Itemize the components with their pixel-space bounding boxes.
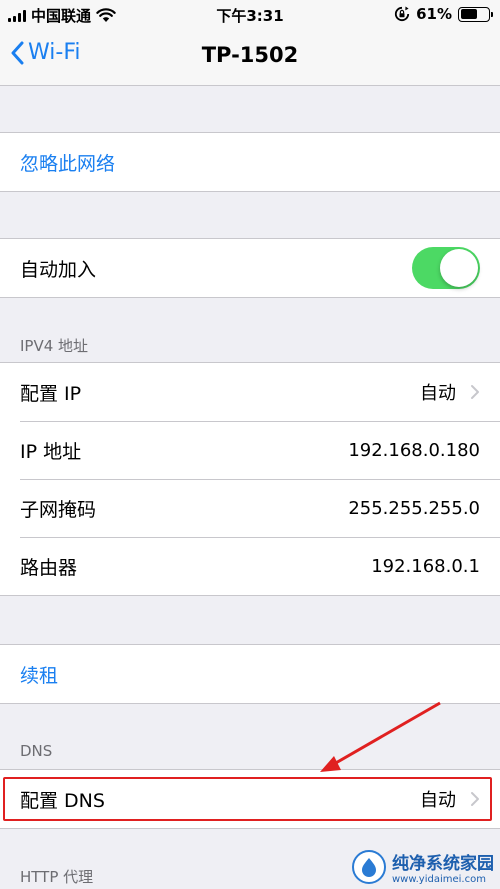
- dns-group: 配置 DNS 自动: [0, 769, 500, 829]
- forget-network-group: 忽略此网络: [0, 132, 500, 192]
- forget-network-button[interactable]: 忽略此网络: [0, 133, 500, 191]
- router-value: 192.168.0.1: [371, 555, 480, 577]
- chevron-right-icon: [471, 385, 479, 399]
- renew-lease-label: 续租: [20, 664, 59, 687]
- chevron-right-icon: [471, 792, 479, 806]
- toggle-knob: [440, 249, 478, 287]
- auto-join-label: 自动加入: [20, 258, 97, 281]
- page-title: TP-1502: [201, 43, 299, 67]
- ip-address-label: IP 地址: [20, 440, 82, 463]
- rotation-lock-icon: [395, 6, 410, 22]
- http-proxy-section-header: HTTP 代理: [20, 868, 94, 886]
- configure-dns-label: 配置 DNS: [20, 789, 105, 812]
- battery-icon: [458, 6, 493, 22]
- forget-network-label: 忽略此网络: [20, 152, 116, 175]
- subnet-mask-label: 子网掩码: [20, 498, 97, 521]
- watermark-logo-icon: [352, 850, 386, 884]
- status-right: 61%: [394, 5, 493, 23]
- ip-address-row: IP 地址 192.168.0.180: [0, 421, 500, 479]
- subnet-mask-value: 255.255.255.0: [348, 497, 480, 519]
- navigation-bar: Wi-Fi TP-1502: [0, 30, 500, 86]
- router-row: 路由器 192.168.0.1: [0, 537, 500, 595]
- battery-percent: 61%: [416, 5, 452, 23]
- dns-section-header: DNS: [20, 742, 53, 760]
- configure-ip-label: 配置 IP: [20, 382, 82, 405]
- configure-dns-value: 自动: [420, 790, 456, 811]
- configure-dns-row[interactable]: 配置 DNS 自动: [0, 770, 500, 828]
- status-bar: 中国联通 下午3:31 61%: [0, 0, 500, 30]
- ipv4-group: 配置 IP 自动 IP 地址 192.168.0.180 子网掩码 255.25…: [0, 362, 500, 596]
- watermark: 纯净系统家园 www.yidaimei.com: [352, 849, 494, 885]
- router-label: 路由器: [20, 556, 78, 579]
- auto-join-row: 自动加入: [0, 239, 500, 297]
- configure-ip-value: 自动: [420, 383, 456, 404]
- renew-lease-button[interactable]: 续租: [0, 645, 500, 703]
- auto-join-toggle[interactable]: [412, 247, 480, 289]
- ipv4-section-header: IPV4 地址: [20, 337, 89, 355]
- configure-ip-row[interactable]: 配置 IP 自动: [0, 363, 500, 421]
- ip-address-value: 192.168.0.180: [348, 439, 480, 461]
- auto-join-group: 自动加入: [0, 238, 500, 298]
- watermark-url: www.yidaimei.com: [392, 874, 486, 885]
- renew-lease-group: 续租: [0, 644, 500, 704]
- subnet-mask-row: 子网掩码 255.255.255.0: [0, 479, 500, 537]
- watermark-title: 纯净系统家园: [392, 854, 494, 874]
